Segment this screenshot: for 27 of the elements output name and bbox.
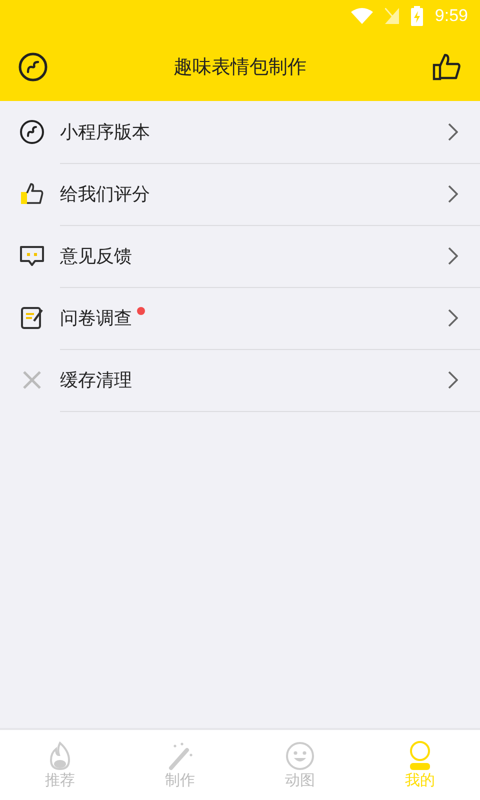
menu-item[interactable]: 小程序版本 bbox=[0, 101, 480, 163]
menu-label: 意见反馈 bbox=[60, 244, 132, 268]
menu-label: 给我们评分 bbox=[60, 182, 150, 206]
notepad-icon bbox=[19, 305, 45, 331]
menu-label: 缓存清理 bbox=[60, 368, 132, 392]
chevron-right-icon bbox=[448, 370, 458, 388]
chat-bubble-icon bbox=[19, 243, 45, 269]
smiley-icon bbox=[285, 741, 315, 771]
battery-icon bbox=[410, 6, 423, 26]
thumbs-up-icon[interactable] bbox=[432, 52, 462, 82]
chevron-right-icon bbox=[448, 122, 458, 140]
chevron-right-icon bbox=[448, 184, 458, 202]
wifi-icon bbox=[350, 8, 373, 24]
thumbs-up-icon bbox=[19, 181, 45, 207]
menu-item[interactable]: 缓存清理 bbox=[0, 349, 480, 411]
chevron-right-icon bbox=[448, 308, 458, 326]
chevron-right-icon bbox=[448, 246, 458, 264]
menu-item[interactable]: 问卷调查 bbox=[0, 287, 480, 349]
link-icon bbox=[19, 119, 45, 145]
no-signal-icon bbox=[384, 8, 399, 24]
link-icon[interactable] bbox=[18, 52, 48, 82]
menu-label: 问卷调查 bbox=[60, 306, 132, 330]
menu-label: 小程序版本 bbox=[60, 120, 150, 144]
status-time: 9:59 bbox=[434, 6, 468, 26]
app-title: 趣味表情包制作 bbox=[174, 54, 306, 80]
menu-item[interactable]: 给我们评分 bbox=[0, 163, 480, 225]
menu-item[interactable]: 意见反馈 bbox=[0, 225, 480, 287]
